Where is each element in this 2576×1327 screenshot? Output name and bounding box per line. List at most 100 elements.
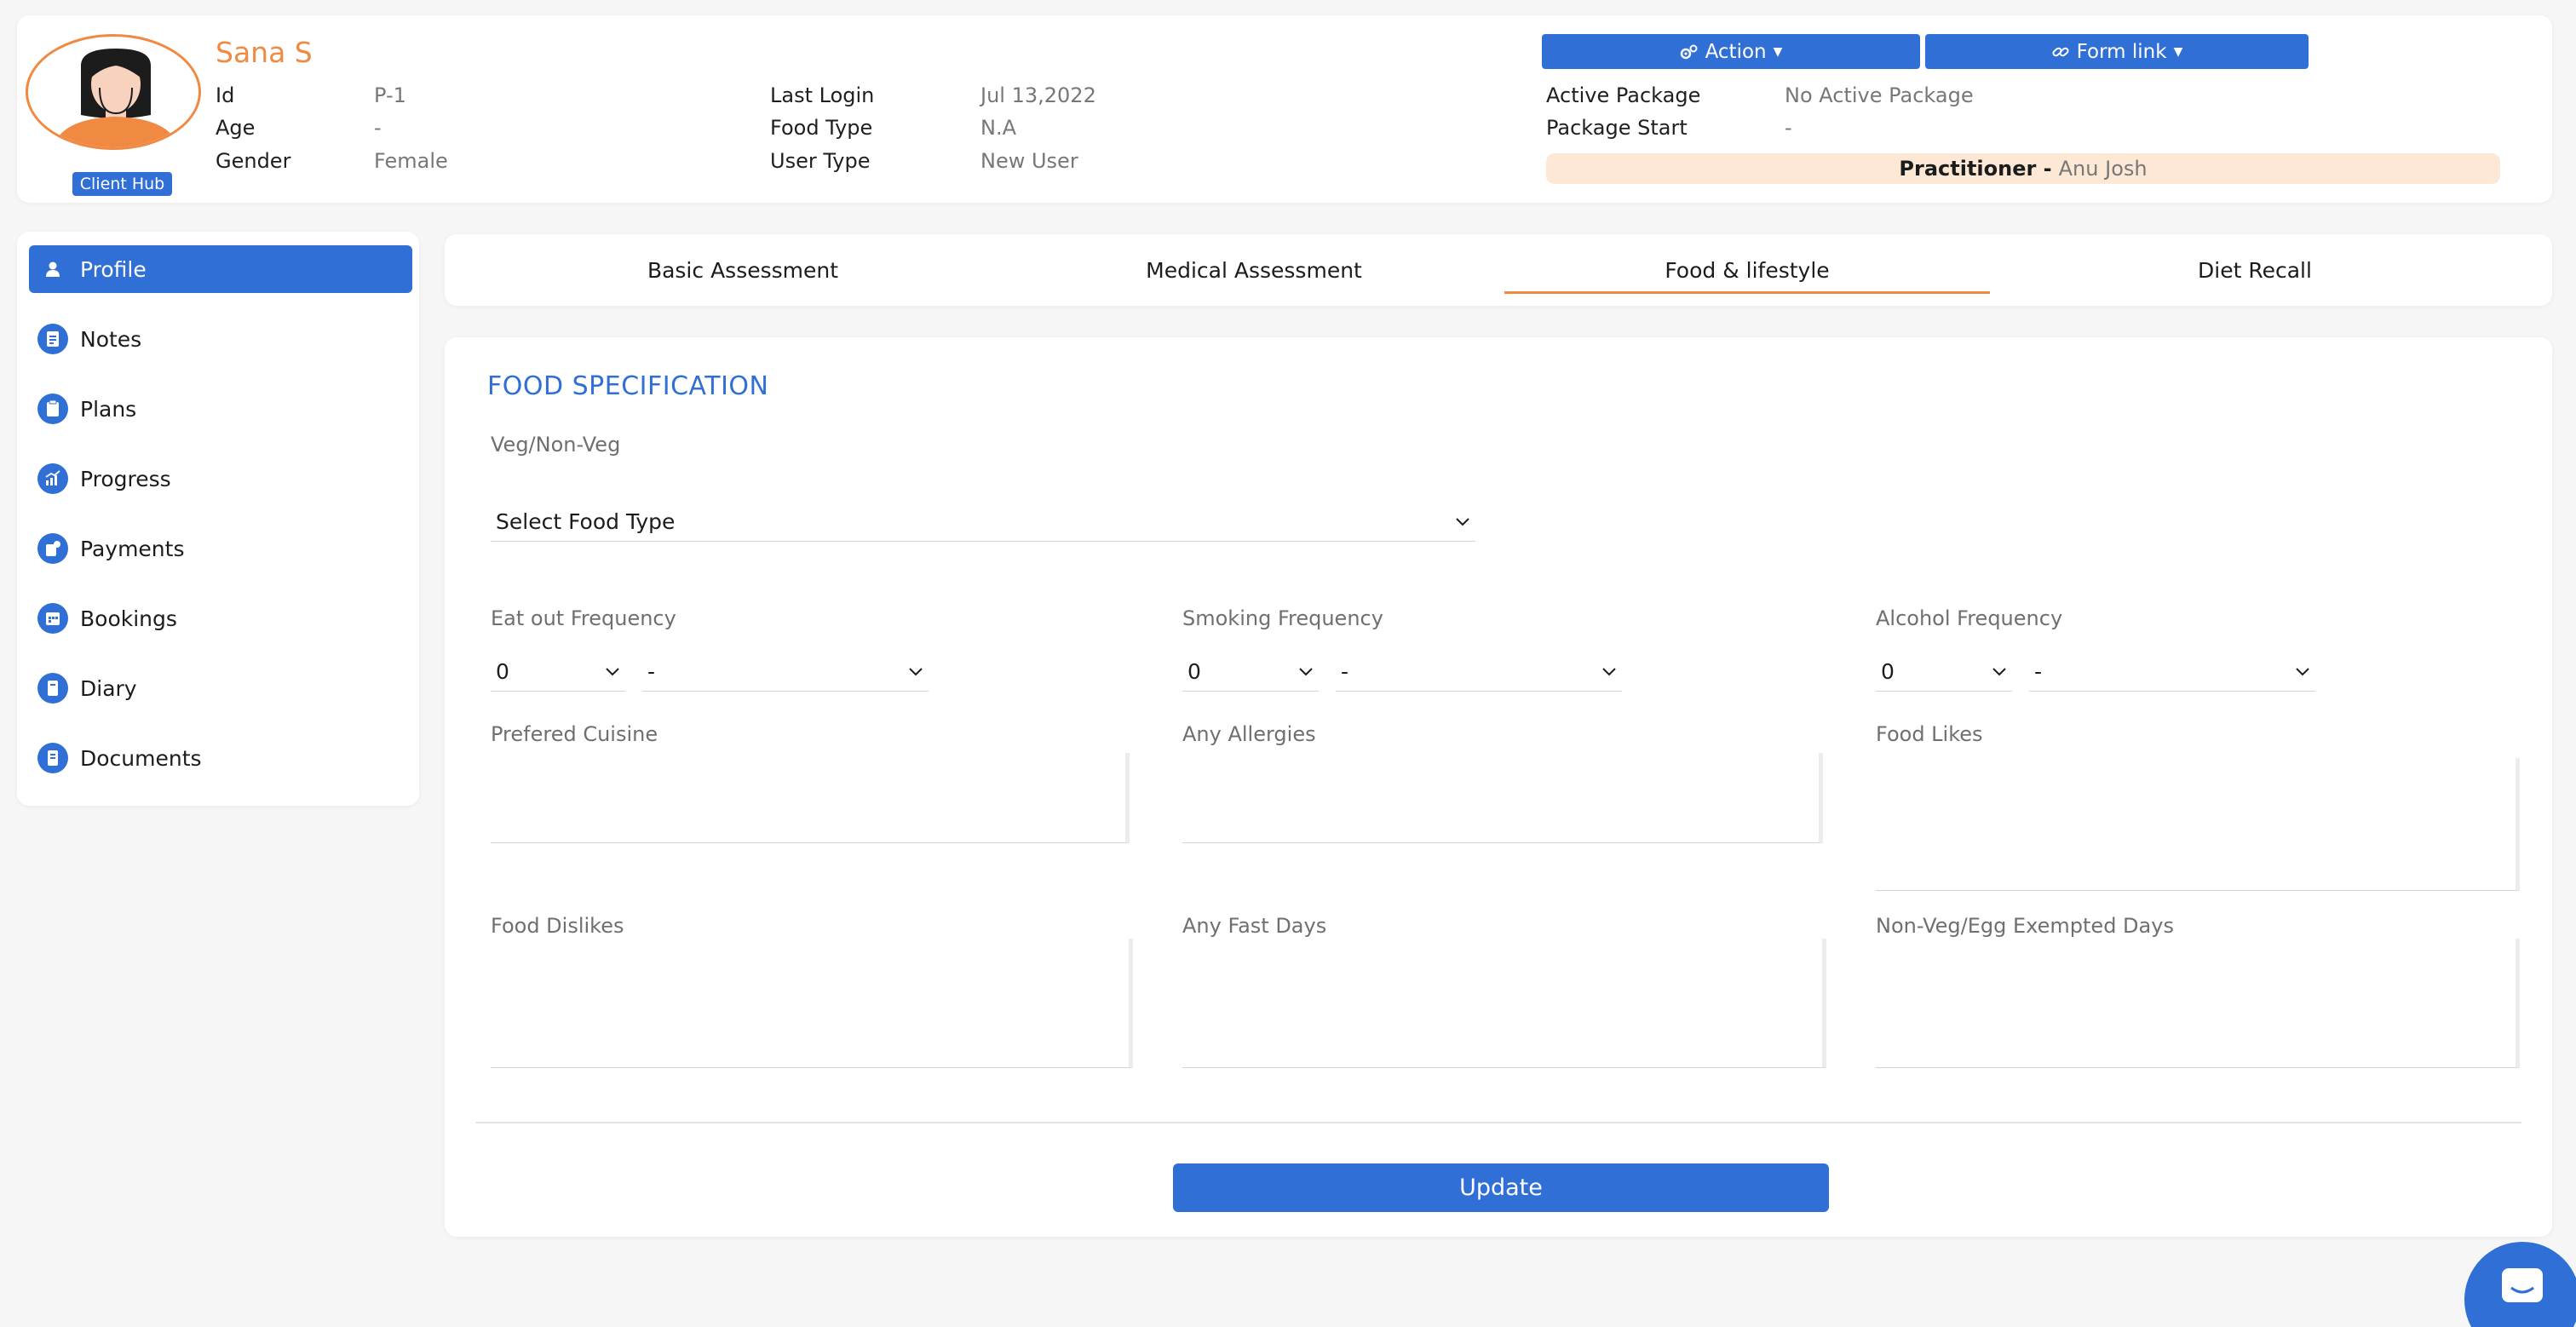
- update-button[interactable]: Update: [1173, 1163, 1829, 1212]
- chevron-down-icon: [2296, 667, 2309, 675]
- chevron-down-icon: [909, 667, 923, 675]
- chevron-down-icon: ▼: [2173, 44, 2183, 59]
- user-type-value: New User: [980, 149, 1078, 173]
- smoking-count-select[interactable]: 0: [1182, 652, 1319, 692]
- practitioner-label: Practitioner -: [1899, 157, 2052, 181]
- sidebar-item-diary[interactable]: Diary: [29, 664, 412, 712]
- prefered-cuisine-label: Prefered Cuisine: [491, 722, 658, 746]
- form-link-button[interactable]: Form link ▼: [1925, 34, 2309, 69]
- sidebar-item-label: Plans: [80, 396, 137, 422]
- food-likes-label: Food Likes: [1876, 722, 1983, 746]
- package-start-label: Package Start: [1546, 116, 1688, 140]
- veg-nonveg-label: Veg/Non-Veg: [491, 433, 621, 457]
- sidebar: Profile Notes Plans Progress Payments Bo…: [17, 232, 419, 806]
- client-hub-badge[interactable]: Client Hub: [72, 172, 172, 196]
- practitioner-bar: Practitioner - Anu Josh: [1546, 153, 2500, 184]
- allergies-textarea[interactable]: [1182, 753, 1823, 843]
- sidebar-item-label: Profile: [80, 256, 147, 282]
- gears-icon: [1680, 44, 1698, 59]
- chevron-down-icon: [606, 667, 619, 675]
- food-type-label: Food Type: [770, 116, 873, 140]
- age-label: Age: [216, 116, 256, 140]
- food-likes-textarea[interactable]: [1876, 758, 2520, 891]
- sidebar-item-notes[interactable]: Notes: [29, 315, 412, 363]
- client-name: Sana S: [216, 36, 313, 69]
- chevron-down-icon: [1992, 667, 2006, 675]
- avatar[interactable]: [26, 34, 201, 150]
- food-dislikes-textarea[interactable]: [491, 939, 1133, 1068]
- assessment-tabs: Basic Assessment Medical Assessment Food…: [445, 234, 2552, 306]
- client-header: Client Hub Sana S Id P-1 Age - Gender Fe…: [17, 15, 2552, 203]
- smoking-label: Smoking Frequency: [1182, 606, 1383, 630]
- notes-icon: [37, 324, 68, 354]
- chat-icon: [2502, 1268, 2543, 1302]
- food-dislikes-label: Food Dislikes: [491, 914, 624, 938]
- chevron-down-icon: [1299, 667, 1313, 675]
- tab-basic-assessment[interactable]: Basic Assessment: [470, 234, 1015, 306]
- food-type-select-value: Select Food Type: [496, 509, 676, 534]
- chevron-down-icon: [1602, 667, 1616, 675]
- sidebar-item-plans[interactable]: Plans: [29, 385, 412, 433]
- sidebar-item-label: Documents: [80, 745, 202, 771]
- chevron-down-icon: ▼: [1773, 44, 1783, 59]
- food-type-select[interactable]: Select Food Type: [491, 503, 1475, 542]
- chat-launcher[interactable]: [2464, 1242, 2576, 1327]
- action-label: Action: [1705, 40, 1767, 63]
- sidebar-item-label: Payments: [80, 536, 185, 561]
- user-type-label: User Type: [770, 149, 871, 173]
- exempted-days-textarea[interactable]: [1876, 939, 2520, 1068]
- form-divider: [475, 1122, 2521, 1123]
- eat-out-label: Eat out Frequency: [491, 606, 676, 630]
- plans-icon: [37, 394, 68, 424]
- alcohol-period-select[interactable]: -: [2029, 652, 2315, 692]
- tab-diet-recall[interactable]: Diet Recall: [2012, 234, 2498, 306]
- gender-value: Female: [374, 149, 448, 173]
- food-type-value: N.A: [980, 116, 1016, 140]
- documents-icon: [37, 743, 68, 773]
- sidebar-item-progress[interactable]: Progress: [29, 455, 412, 503]
- payments-icon: [37, 533, 68, 564]
- fast-days-label: Any Fast Days: [1182, 914, 1327, 938]
- smoking-period-select[interactable]: -: [1336, 652, 1622, 692]
- id-label: Id: [216, 83, 235, 107]
- tab-medical-assessment[interactable]: Medical Assessment: [998, 234, 1509, 306]
- last-login-label: Last Login: [770, 83, 875, 107]
- smoking-count-value: 0: [1187, 659, 1201, 684]
- action-button[interactable]: Action ▼: [1542, 34, 1920, 69]
- alcohol-count-select[interactable]: 0: [1876, 652, 2012, 692]
- progress-icon: [37, 463, 68, 494]
- tab-food-lifestyle[interactable]: Food & lifestyle: [1504, 234, 1990, 306]
- allergies-label: Any Allergies: [1182, 722, 1316, 746]
- age-value: -: [374, 116, 382, 140]
- sidebar-item-label: Bookings: [80, 606, 177, 631]
- sidebar-item-payments[interactable]: Payments: [29, 525, 412, 572]
- section-title: FOOD SPECIFICATION: [487, 371, 769, 401]
- sidebar-item-bookings[interactable]: Bookings: [29, 595, 412, 642]
- eat-out-period-select[interactable]: -: [642, 652, 929, 692]
- client-avatar-block: Client Hub: [26, 34, 201, 196]
- id-value: P-1: [374, 83, 406, 107]
- last-login-value: Jul 13,2022: [980, 83, 1096, 107]
- package-start-value: -: [1785, 116, 1792, 140]
- alcohol-period-value: -: [2034, 659, 2043, 684]
- sidebar-item-label: Progress: [80, 466, 171, 491]
- chevron-down-icon: [1456, 517, 1469, 526]
- active-package-value: No Active Package: [1785, 83, 1974, 107]
- sidebar-item-profile[interactable]: Profile: [29, 245, 412, 293]
- avatar-illustration: [53, 49, 179, 147]
- exempted-days-label: Non-Veg/Egg Exempted Days: [1876, 914, 2174, 938]
- sidebar-item-label: Notes: [80, 326, 142, 352]
- eat-out-count-value: 0: [496, 659, 509, 684]
- diary-icon: [37, 673, 68, 704]
- sidebar-item-documents[interactable]: Documents: [29, 734, 412, 782]
- alcohol-label: Alcohol Frequency: [1876, 606, 2063, 630]
- fast-days-textarea[interactable]: [1182, 939, 1826, 1068]
- sidebar-item-label: Diary: [80, 675, 137, 701]
- link-icon: [2052, 47, 2069, 56]
- bookings-icon: [37, 603, 68, 634]
- eat-out-period-value: -: [647, 659, 656, 684]
- smoking-period-value: -: [1341, 659, 1349, 684]
- eat-out-count-select[interactable]: 0: [491, 652, 625, 692]
- prefered-cuisine-textarea[interactable]: [491, 753, 1130, 843]
- alcohol-count-value: 0: [1881, 659, 1895, 684]
